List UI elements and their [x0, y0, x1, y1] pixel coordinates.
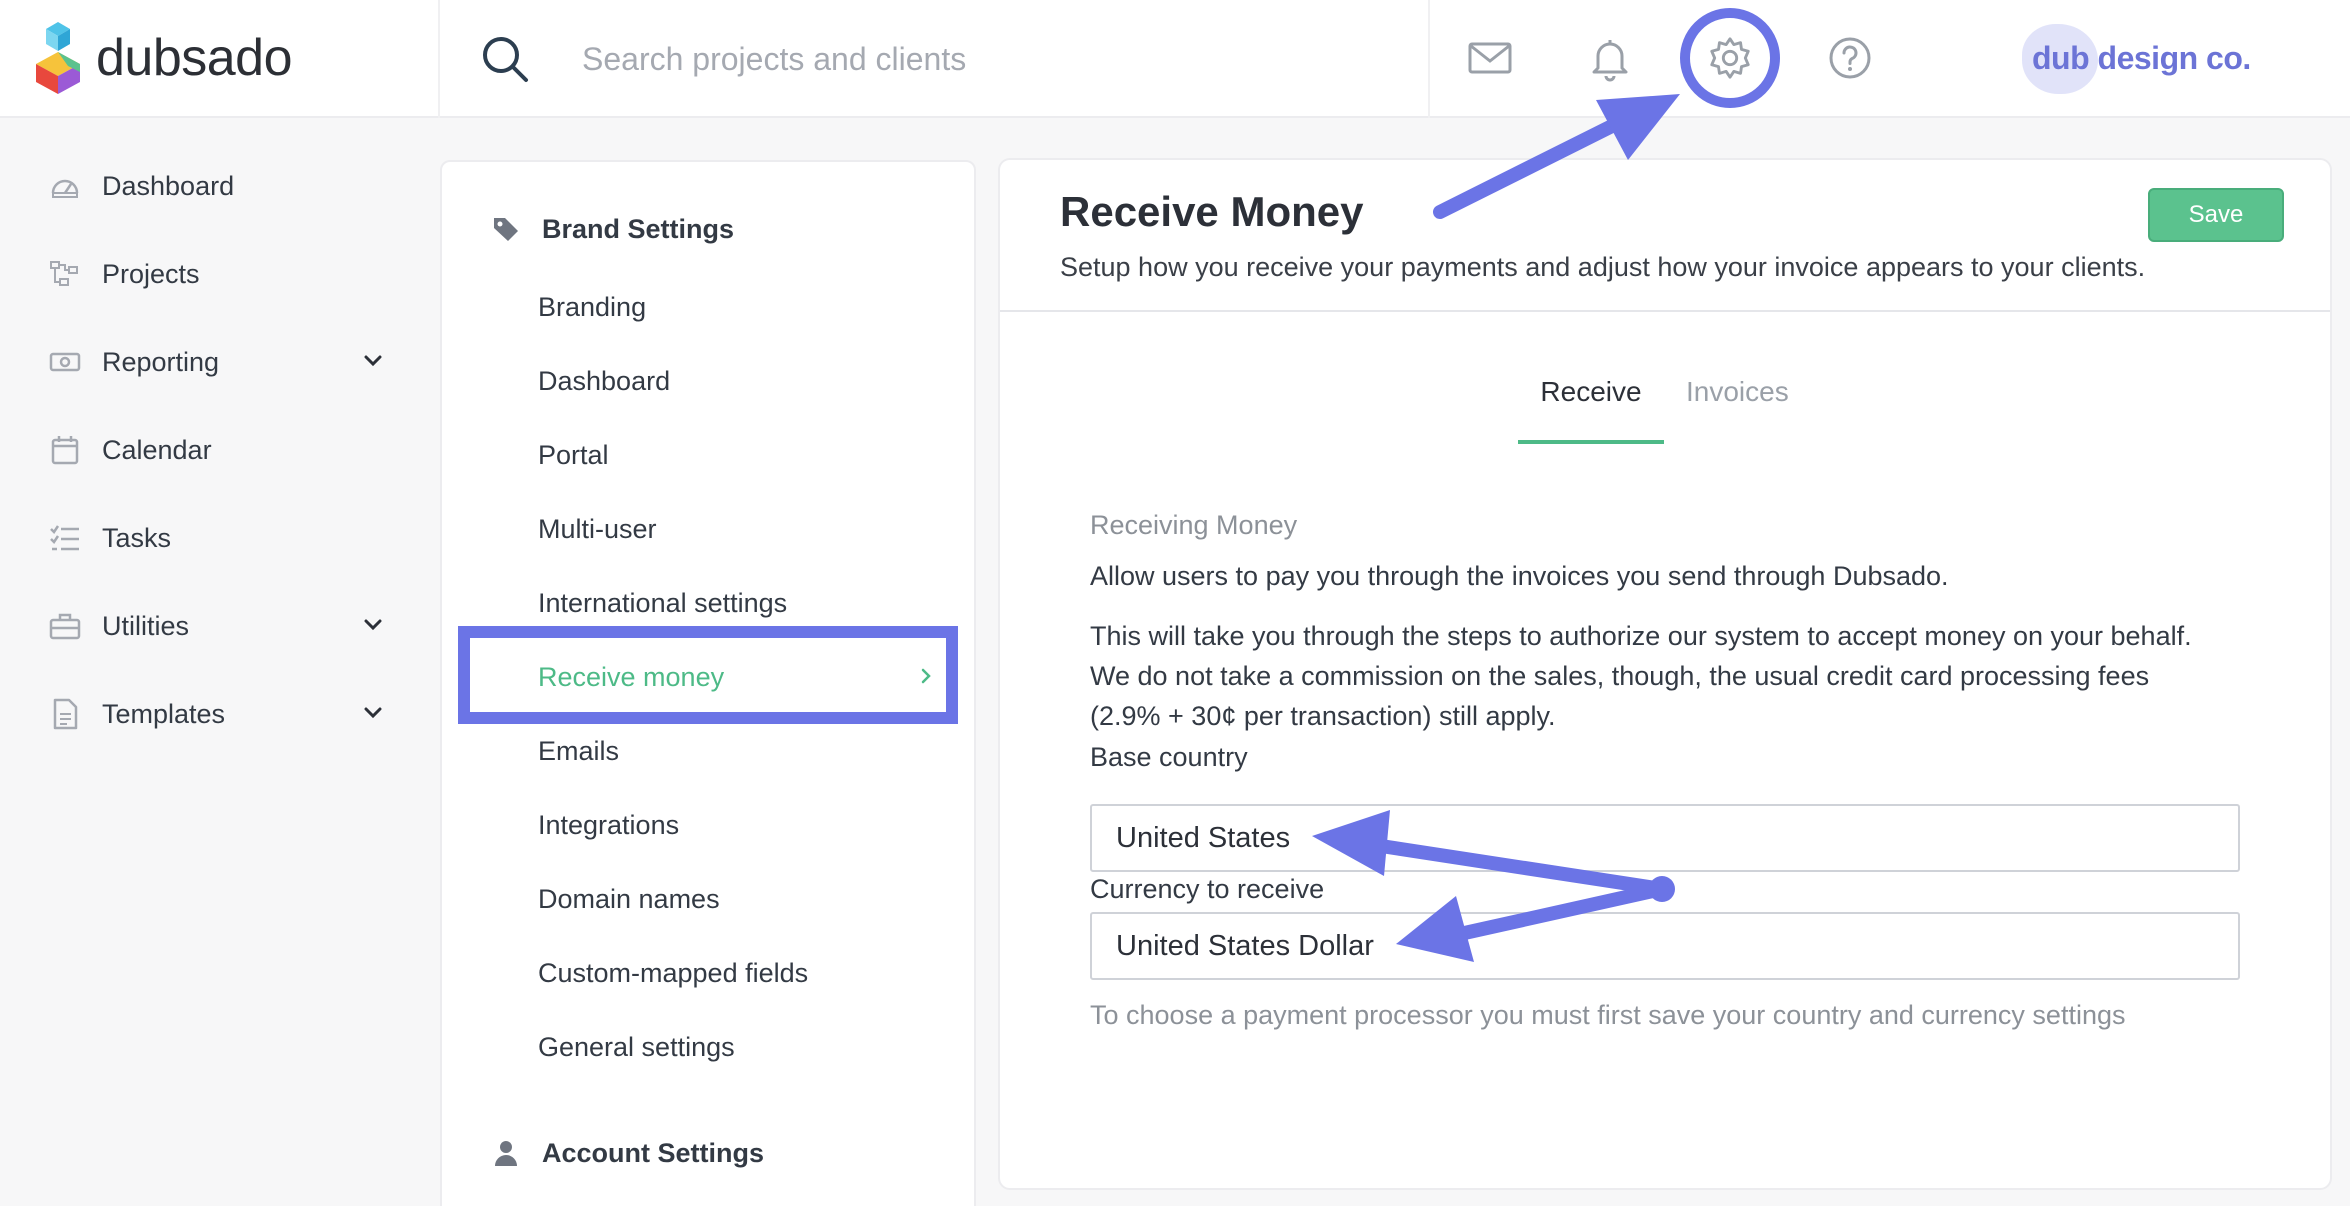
- projects-icon: [50, 261, 78, 286]
- intro-text: Allow users to pay you through the invoi…: [1090, 561, 1949, 591]
- base-country-value: United States: [1116, 821, 1291, 854]
- tasks-icon: [50, 525, 79, 551]
- processor-hint: To choose a payment processor you must f…: [1090, 1000, 2126, 1030]
- details-line-1: This will take you through the steps to …: [1090, 621, 2192, 651]
- sidebar-item-tasks[interactable]: Tasks: [48, 508, 388, 568]
- mail-icon[interactable]: [1466, 34, 1514, 82]
- tab-receive[interactable]: Receive: [1518, 360, 1664, 444]
- menu-item-general-settings[interactable]: General settings: [538, 1022, 938, 1072]
- tab-bar: Receive Invoices: [1518, 360, 1818, 444]
- sidebar-item-reporting[interactable]: Reporting: [48, 332, 388, 392]
- page-subtitle: Setup how you receive your payments and …: [1060, 252, 2146, 282]
- section-label: Brand Settings: [542, 213, 735, 244]
- chevron-down-icon[interactable]: [358, 346, 388, 376]
- sidebar-item-dashboard[interactable]: Dashboard: [48, 156, 388, 216]
- reporting-icon: [49, 352, 81, 372]
- sidebar-item-label: Templates: [102, 698, 226, 729]
- app-logo[interactable]: dubsado: [34, 18, 434, 98]
- dubsado-logo-icon: [36, 22, 80, 94]
- chevron-down-icon[interactable]: [358, 698, 388, 728]
- base-country-select[interactable]: United States: [1090, 804, 2240, 872]
- menu-item-custom-mapped-fields[interactable]: Custom-mapped fields: [538, 948, 938, 998]
- templates-icon: [53, 698, 78, 730]
- tag-icon: [494, 218, 518, 241]
- base-country-label: Base country: [1090, 742, 1248, 772]
- gear-icon: [1710, 37, 1750, 79]
- search-icon[interactable]: [480, 34, 530, 84]
- sidebar-item-label: Projects: [102, 258, 200, 289]
- annotation-highlight-box: [458, 626, 958, 724]
- receive-money-panel: Receive Money Setup how you receive your…: [998, 158, 2332, 1190]
- search-input[interactable]: [582, 29, 1402, 89]
- settings-button[interactable]: [1680, 8, 1780, 108]
- page-title: Receive Money: [1060, 188, 1364, 235]
- sidebar-item-label: Reporting: [102, 346, 220, 377]
- dashboard-icon: [51, 179, 79, 198]
- bell-icon[interactable]: [1586, 34, 1634, 82]
- menu-item-portal[interactable]: Portal: [538, 430, 938, 480]
- help-icon[interactable]: [1826, 34, 1874, 82]
- currency-label: Currency to receive: [1090, 874, 1325, 904]
- sidebar-item-calendar[interactable]: Calendar: [48, 420, 388, 480]
- sidebar-item-templates[interactable]: Templates: [48, 684, 388, 744]
- sidebar-item-label: Dashboard: [102, 170, 235, 201]
- currency-select[interactable]: United States Dollar: [1090, 912, 2240, 980]
- account-settings-heading[interactable]: Account Settings: [492, 1128, 764, 1178]
- brand-settings-heading: Brand Settings: [492, 204, 734, 254]
- tab-invoices[interactable]: Invoices: [1686, 360, 1806, 444]
- panel-header: Receive Money Setup how you receive your…: [1000, 160, 2330, 312]
- divider: [1428, 0, 1430, 118]
- brand-name: dub design co.: [2032, 39, 2251, 76]
- sidebar-item-utilities[interactable]: Utilities: [48, 596, 388, 656]
- settings-menu: Brand Settings Branding Dashboard Portal…: [440, 160, 976, 1206]
- menu-item-integrations[interactable]: Integrations: [538, 800, 938, 850]
- menu-item-domain-names[interactable]: Domain names: [538, 874, 938, 924]
- details-line-2: We do not take a commission on the sales…: [1090, 661, 2150, 691]
- divider: [438, 0, 440, 118]
- currency-value: United States Dollar: [1116, 929, 1374, 962]
- details-line-3: (2.9% + 30¢ per transaction) still apply…: [1090, 701, 1556, 731]
- app-logo-text: dubsado: [96, 29, 293, 87]
- sidebar-nav: Dashboard Projects Reporting Calendar Ta…: [0, 120, 438, 1206]
- sidebar-item-label: Utilities: [102, 610, 190, 641]
- sidebar-item-label: Tasks: [102, 522, 172, 553]
- section-caption: Receiving Money: [1090, 510, 1298, 540]
- menu-item-dashboard[interactable]: Dashboard: [538, 356, 938, 406]
- sidebar-item-projects[interactable]: Projects: [48, 244, 388, 304]
- utilities-icon: [49, 613, 81, 640]
- save-button[interactable]: Save: [2148, 188, 2284, 242]
- section-label: Account Settings: [542, 1137, 765, 1168]
- calendar-icon: [51, 436, 79, 465]
- search-bar: [480, 24, 1420, 94]
- menu-item-multi-user[interactable]: Multi-user: [538, 504, 938, 554]
- sidebar-item-label: Calendar: [102, 434, 212, 465]
- chevron-down-icon[interactable]: [358, 610, 388, 640]
- menu-item-international-settings[interactable]: International settings: [538, 578, 938, 628]
- menu-item-emails[interactable]: Emails: [538, 726, 938, 776]
- top-bar: dubsado dub design co.: [0, 0, 2350, 118]
- brand-avatar[interactable]: dub design co.: [2018, 18, 2318, 98]
- menu-item-branding[interactable]: Branding: [538, 282, 938, 332]
- user-icon: [495, 1141, 517, 1166]
